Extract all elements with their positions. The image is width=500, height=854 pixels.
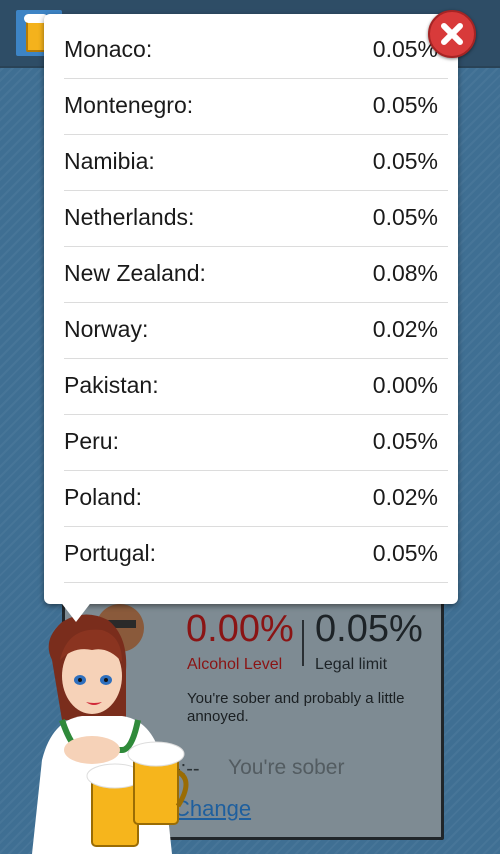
barmaid-mascot-illustration [32, 604, 189, 854]
country-name: New Zealand: [64, 260, 206, 286]
legal-limits-popup: Monaco: 0.05% Montenegro: 0.05% Namibia:… [44, 14, 458, 604]
list-item[interactable]: Namibia: 0.05% [64, 134, 448, 191]
list-item[interactable]: Netherlands: 0.05% [64, 190, 448, 247]
limit-value: 0.02% [372, 316, 438, 342]
divider [302, 620, 304, 666]
limit-value: 0.05% [372, 540, 438, 566]
popup-pointer [56, 596, 96, 622]
country-name: Peru: [64, 428, 119, 454]
close-x-icon [441, 23, 463, 45]
list-item[interactable]: New Zealand: 0.08% [64, 246, 448, 303]
limit-value: 0.00% [372, 372, 438, 398]
list-item[interactable]: Pakistan: 0.00% [64, 358, 448, 415]
country-name: Namibia: [64, 148, 155, 174]
limit-value: 0.05% [372, 204, 438, 230]
country-name: Montenegro: [64, 92, 194, 118]
limit-value: 0.05% [372, 428, 438, 454]
list-item[interactable]: Norway: 0.02% [64, 302, 448, 359]
sober-label: You're sober [228, 756, 345, 779]
country-name: Netherlands: [64, 204, 195, 230]
list-item[interactable]: Peru: 0.05% [64, 414, 448, 471]
country-name: Pakistan: [64, 372, 159, 398]
limit-value: 0.02% [372, 484, 438, 510]
close-button[interactable] [428, 10, 476, 58]
country-name: Norway: [64, 316, 149, 342]
legal-limit-caption: Legal limit [315, 656, 388, 673]
country-name: Poland: [64, 484, 143, 510]
list-item[interactable]: Monaco: 0.05% [64, 22, 448, 79]
country-name: Monaco: [64, 36, 153, 62]
limit-value: 0.05% [372, 148, 438, 174]
limit-value: 0.08% [372, 260, 438, 286]
list-item[interactable]: Montenegro: 0.05% [64, 78, 448, 135]
list-item[interactable]: Poland: 0.02% [64, 470, 448, 527]
limit-value: 0.05% [372, 92, 438, 118]
country-name: Portugal: [64, 540, 157, 566]
list-item[interactable]: Portugal: 0.05% [64, 526, 448, 583]
legal-limit-value: 0.05% [315, 608, 423, 650]
